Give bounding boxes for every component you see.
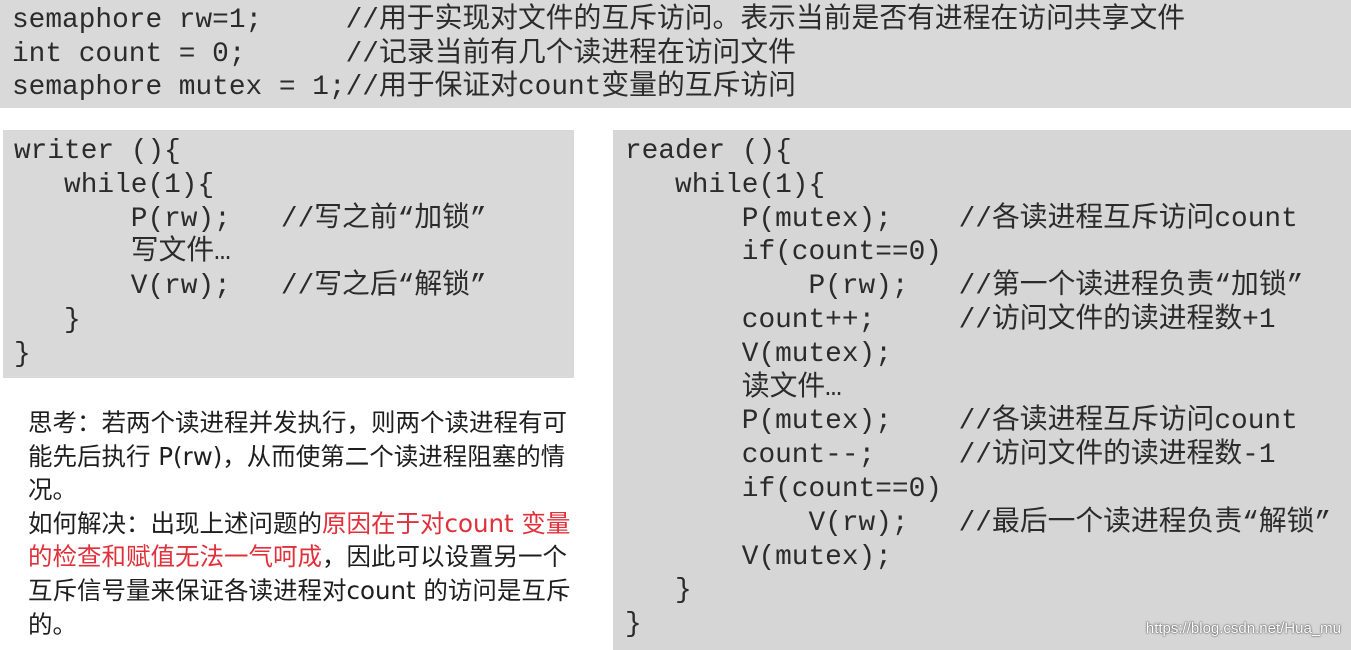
code-line: if(count==0) [625, 237, 942, 269]
code-line: count--; //访问文件的读进程数-1 [625, 440, 1276, 472]
code-line: while(1){ [625, 169, 826, 201]
code-line: count++; //访问文件的读进程数+1 [625, 304, 1276, 336]
code-line: P(mutex); //各读进程互斥访问count [625, 406, 1298, 438]
declaration-line: semaphore mutex = 1;//用于保证对count变量的互斥访问 [12, 72, 796, 103]
code-line: V(mutex); [625, 541, 892, 573]
declaration-line: int count = 0; //记录当前有几个读进程在访问文件 [12, 38, 796, 70]
note-solution-intro: 如何解决：出现上述问题的 [28, 508, 322, 538]
code-line: } [14, 338, 31, 370]
code-line: P(mutex); //各读进程互斥访问count [625, 203, 1298, 235]
code-line: P(rw); //第一个读进程负责“加锁” [625, 271, 1304, 303]
code-line: 写文件… [14, 237, 231, 269]
declarations-box: semaphore rw=1; //用于实现对文件的互斥访问。表示当前是否有进程… [0, 0, 1351, 108]
code-line: V(rw); //写之后“解锁” [14, 271, 487, 303]
writer-code-box: writer (){ while(1){ P(rw); //写之前“加锁” 写文… [3, 130, 574, 378]
explanation-note: 思考：若两个读进程并发执行，则两个读进程有可能先后执行 P(rw)，从而使第二个… [28, 406, 573, 641]
code-line: if(count==0) [625, 473, 942, 505]
code-line: P(rw); //写之前“加锁” [14, 203, 487, 235]
code-line: 读文件… [625, 372, 842, 404]
code-line: } [625, 575, 692, 607]
code-line: } [14, 304, 81, 336]
code-line: while(1){ [14, 169, 215, 201]
declaration-line: semaphore rw=1; //用于实现对文件的互斥访问。表示当前是否有进程… [12, 5, 1186, 36]
code-line: V(mutex); [625, 338, 892, 370]
watermark: https://blog.csdn.net/Hua_mu [1145, 620, 1341, 637]
note-question: 思考：若两个读进程并发执行，则两个读进程有可能先后执行 P(rw)，从而使第二个… [28, 408, 567, 505]
code-line: writer (){ [14, 136, 181, 167]
code-line: V(rw); //最后一个读进程负责“解锁” [625, 507, 1332, 539]
code-line: reader (){ [625, 136, 792, 167]
reader-code-box: reader (){ while(1){ P(mutex); //各读进程互斥访… [613, 130, 1351, 650]
